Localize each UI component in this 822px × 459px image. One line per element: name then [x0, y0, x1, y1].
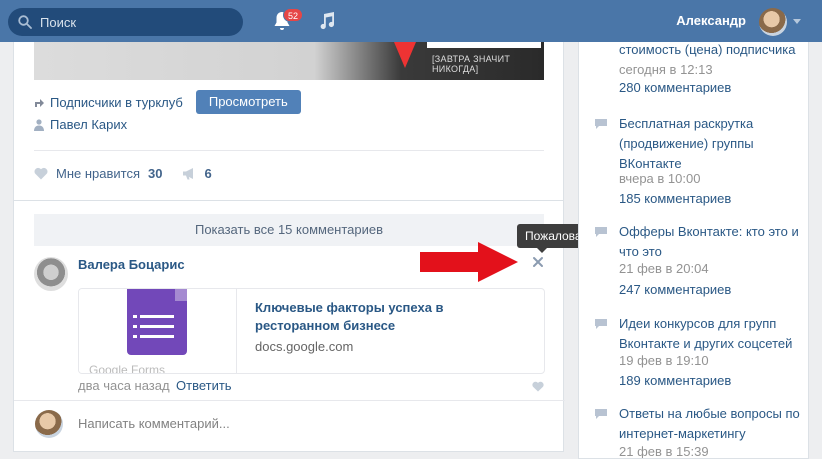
comments-card: Показать все 15 комментариев Валера Боца…	[13, 200, 565, 452]
comment-bubble-icon	[595, 409, 607, 419]
user-name[interactable]: Александр	[676, 13, 746, 28]
discussion-date: сегодня в 12:13	[619, 62, 713, 77]
post-actions: Мне нравится 30 6	[34, 166, 212, 181]
red-arrow-annotation	[420, 242, 518, 282]
comment-bubble-icon	[595, 119, 607, 129]
form-bullet	[133, 325, 137, 328]
form-line	[140, 325, 174, 328]
form-line	[140, 335, 174, 338]
form-fold	[175, 289, 187, 301]
post-source-row: Подписчики в турклуб Просмотреть	[34, 90, 301, 114]
comment-heart-icon[interactable]	[532, 381, 544, 392]
post-author-row: Павел Карих	[34, 117, 127, 132]
search-icon	[18, 15, 32, 29]
search-input[interactable]: Поиск	[8, 8, 243, 36]
post-card: [ЗАВТРА ЗНАЧИТ НИКОГДА] Подписчики в тур…	[13, 42, 564, 208]
comment-author-avatar[interactable]	[34, 257, 68, 291]
notifications-badge: 52	[283, 8, 304, 22]
discussion-title[interactable]: стоимость (цена) подписчика	[619, 42, 801, 60]
banner-red-mark	[394, 42, 416, 68]
heart-icon[interactable]	[34, 167, 48, 180]
divider	[34, 150, 544, 151]
form-bullet	[133, 335, 137, 338]
person-icon	[34, 118, 44, 131]
like-label[interactable]: Мне нравится	[56, 166, 140, 181]
my-avatar	[35, 410, 63, 438]
discussion-comments[interactable]: 185 комментариев	[619, 189, 731, 209]
discussion-comments[interactable]: 247 комментариев	[619, 280, 731, 300]
comment-time[interactable]: два часа назад	[78, 378, 170, 393]
discussion-comments[interactable]: 189 комментариев	[619, 371, 731, 391]
like-count: 30	[148, 166, 163, 181]
user-menu-chevron-down-icon[interactable]	[793, 19, 801, 24]
discussion-date: вчера в 10:00	[619, 171, 701, 186]
divider	[14, 400, 565, 401]
post-image[interactable]: [ЗАВТРА ЗНАЧИТ НИКОГДА]	[34, 42, 544, 80]
link-thumbnail: Google Forms	[79, 289, 237, 374]
share-megaphone-icon[interactable]	[182, 167, 198, 180]
discussion-title[interactable]: Офферы Вконтакте: кто это и что это	[619, 222, 801, 262]
link-domain: docs.google.com	[255, 339, 354, 354]
thumbnail-caption: Google Forms	[89, 363, 166, 374]
discussion-title[interactable]: Бесплатная раскрутка (продвижение) групп…	[619, 114, 801, 174]
discussion-date: 21 фев в 20:04	[619, 261, 709, 276]
discussion-title[interactable]: Идеи конкурсов для групп Вконтакте и дру…	[619, 314, 801, 354]
reply-link[interactable]: Ответить	[176, 378, 232, 393]
link-attachment[interactable]: Google Forms Ключевые факторы успеха в р…	[78, 288, 545, 374]
comment-bubble-icon	[595, 319, 607, 329]
share-count: 6	[204, 166, 212, 181]
banner-text: [ЗАВТРА ЗНАЧИТ НИКОГДА]	[432, 54, 511, 74]
post-author-link[interactable]: Павел Карих	[50, 117, 127, 132]
music-icon[interactable]	[318, 11, 336, 31]
discussion-comments[interactable]: 280 комментариев	[619, 78, 731, 98]
discussion-date: 19 фев в 19:10	[619, 353, 709, 368]
subscribers-link[interactable]: Подписчики в турклуб	[50, 95, 183, 110]
form-bullet	[133, 315, 137, 318]
comment-input[interactable]: Написать комментарий...	[78, 416, 230, 431]
sidebar-discussions: стоимость (цена) подписчика сегодня в 12…	[578, 42, 809, 459]
comment-author-name[interactable]: Валера Боцарис	[78, 257, 185, 272]
form-line	[140, 315, 174, 318]
banner-title-strip	[427, 42, 541, 48]
comment-bubble-icon	[595, 227, 607, 237]
discussion-title[interactable]: Ответы на любые вопросы по интернет-марк…	[619, 404, 801, 444]
user-avatar[interactable]	[759, 8, 787, 36]
link-title[interactable]: Ключевые факторы успеха в ресторанном би…	[255, 299, 525, 335]
report-close-icon[interactable]	[532, 256, 544, 268]
repost-arrow-icon	[35, 99, 44, 107]
search-placeholder: Поиск	[40, 15, 77, 30]
discussion-date: 21 фев в 15:39	[619, 444, 709, 459]
view-button[interactable]: Просмотреть	[195, 90, 301, 114]
top-bar: Поиск 52 Александр	[0, 0, 822, 42]
